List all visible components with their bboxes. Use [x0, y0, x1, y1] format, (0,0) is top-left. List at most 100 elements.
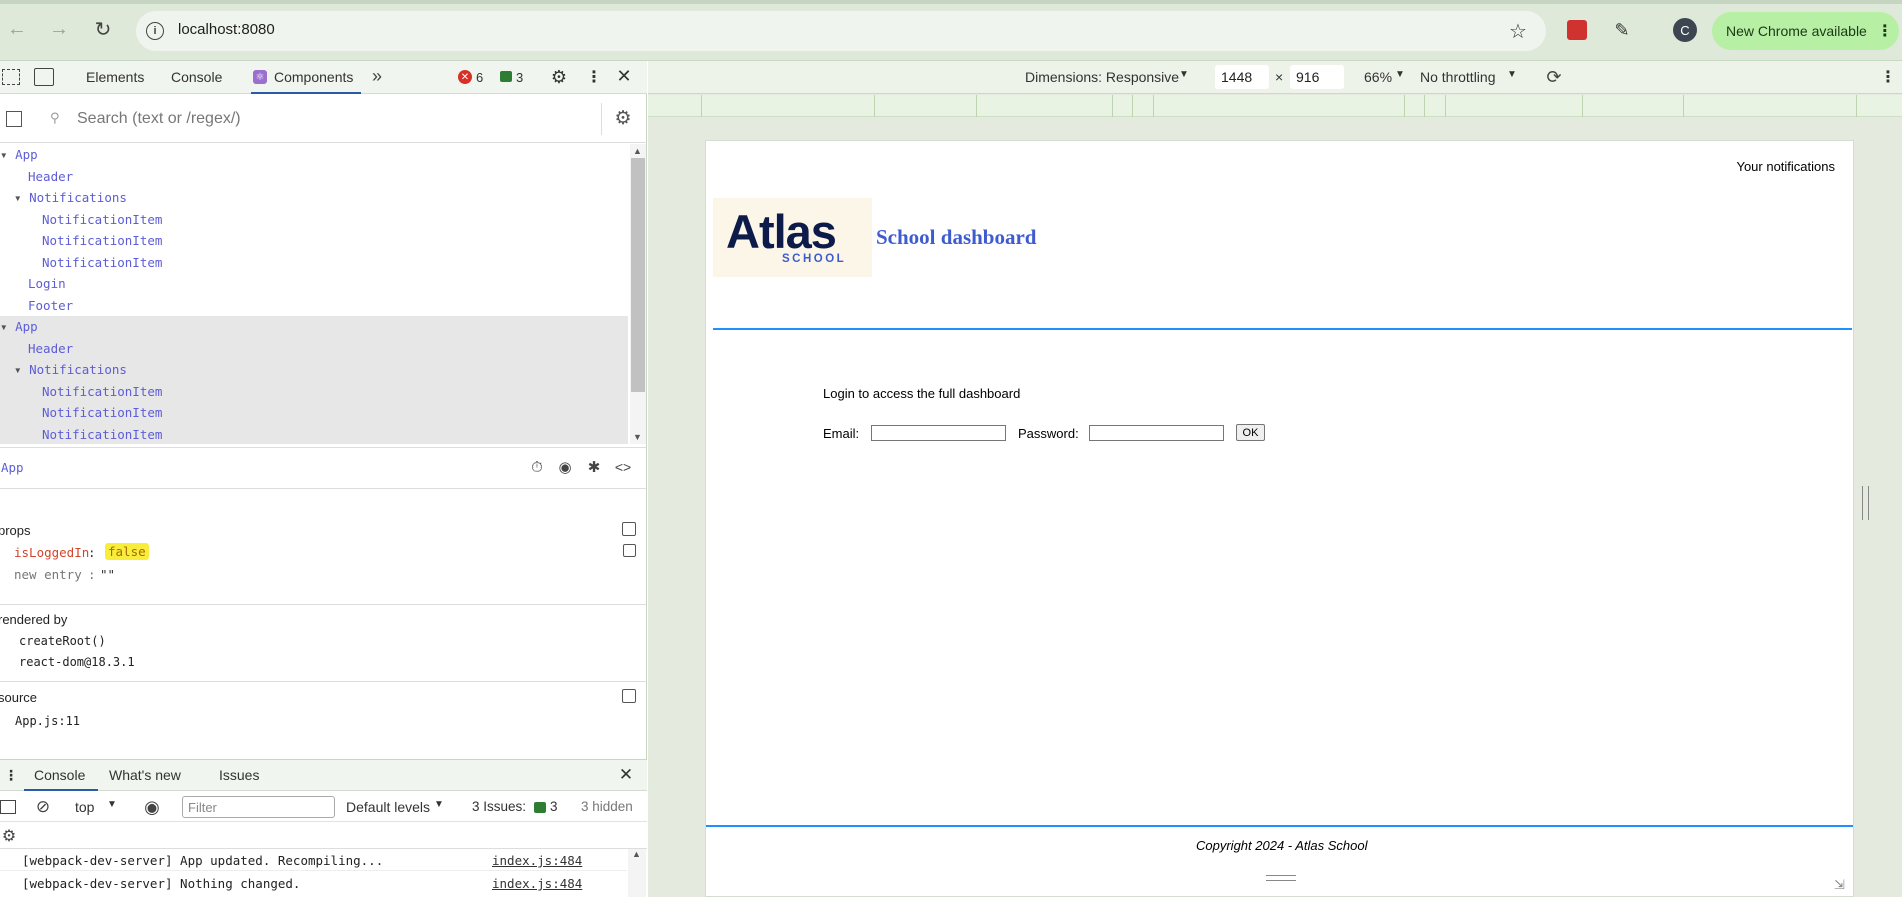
console-settings-gear-icon[interactable]: ⚙	[0, 827, 18, 845]
component-settings-icon[interactable]: ⚙	[612, 107, 634, 129]
tab-components[interactable]: ⚛ Components	[251, 61, 361, 94]
expand-triangle-icon[interactable]: ▾	[14, 362, 29, 377]
expand-triangle-icon[interactable]: ▾	[14, 190, 29, 205]
width-input[interactable]: 1448	[1215, 65, 1269, 89]
drawer-menu-icon[interactable]: ⋮	[4, 767, 18, 784]
tree-item[interactable]: ▾ Notifications	[0, 187, 628, 209]
tree-scrollbar[interactable]: ▲ ▼	[630, 144, 646, 444]
tree-item[interactable]: NotificationItem	[0, 423, 628, 444]
console-toolbar: ⊘ top ▼ ◉ Filter Default levels ▼ 3 Issu…	[0, 792, 647, 822]
tree-item[interactable]: Header	[0, 166, 628, 188]
component-search-bar: ⚲ Search (text or /regex/) ⚙	[0, 95, 647, 143]
view-source-icon[interactable]: <>	[613, 458, 633, 476]
media-query-ruler[interactable]	[648, 95, 1902, 117]
extension-icon[interactable]	[1567, 20, 1587, 40]
clear-console-icon[interactable]: ⊘	[34, 797, 52, 816]
password-field[interactable]	[1089, 425, 1224, 441]
bookmark-star-icon[interactable]: ☆	[1506, 19, 1530, 43]
height-input[interactable]: 916	[1290, 65, 1344, 89]
copy-props-icon[interactable]	[622, 522, 636, 536]
tree-item[interactable]: ▾ App	[0, 144, 628, 166]
stopwatch-icon[interactable]: ⏱	[528, 458, 546, 476]
tree-item[interactable]: Footer	[0, 295, 628, 317]
back-icon[interactable]: ←	[6, 18, 28, 40]
tree-scroll-thumb[interactable]	[631, 158, 645, 392]
tree-item[interactable]: NotificationItem	[0, 402, 628, 424]
chrome-update-button[interactable]: New Chrome available ⋮	[1712, 12, 1899, 50]
prop-checkbox[interactable]	[623, 544, 636, 557]
chevron-down-icon: ▼	[1179, 69, 1189, 80]
eye-icon[interactable]: ◉	[556, 458, 574, 476]
resize-corner-icon[interactable]: ⇲	[1834, 877, 1845, 893]
new-entry-label[interactable]: new entry	[14, 567, 82, 582]
throttling-dropdown[interactable]: No throttling	[1420, 69, 1495, 85]
sidebar-toggle-icon[interactable]	[0, 800, 16, 814]
context-selector[interactable]: top	[75, 799, 94, 815]
drawer-tab-issues[interactable]: Issues	[219, 767, 259, 783]
drawer-tabbar: ⋮ Console What's new Issues ✕	[0, 760, 647, 791]
tab-console[interactable]: Console	[171, 69, 222, 85]
close-drawer-icon[interactable]: ✕	[616, 765, 636, 785]
warning-count[interactable]: 3	[516, 70, 523, 85]
tree-item[interactable]: Login	[0, 273, 628, 295]
forward-icon[interactable]: →	[48, 18, 70, 40]
log-levels-dropdown[interactable]: Default levels	[346, 799, 430, 815]
console-message-source[interactable]: index.js:484	[492, 853, 582, 868]
site-info-icon[interactable]: i	[146, 22, 164, 40]
tree-item[interactable]: ▾ Notifications	[0, 359, 628, 381]
ruler-tick	[1683, 95, 1684, 117]
scroll-down-icon[interactable]: ▼	[633, 432, 642, 442]
reload-icon[interactable]: ↻	[91, 17, 115, 41]
issues-count[interactable]: 3	[550, 799, 558, 814]
tree-item[interactable]: Header	[0, 337, 628, 359]
tree-item[interactable]: NotificationItem	[0, 380, 628, 402]
inspect-element-icon[interactable]	[2, 69, 20, 85]
resize-handle-right[interactable]	[1862, 486, 1869, 520]
extensions-puzzle-icon[interactable]: ✎	[1610, 18, 1634, 42]
devtools-menu-icon[interactable]: ⋮	[584, 67, 604, 87]
rendered-by-item: react-dom@18.3.1	[19, 655, 135, 669]
tree-item[interactable]: NotificationItem	[0, 252, 628, 274]
zoom-dropdown[interactable]: 66%	[1364, 69, 1392, 85]
expand-triangle-icon[interactable]: ▾	[0, 147, 15, 162]
profile-avatar[interactable]: C	[1673, 18, 1697, 42]
ok-button[interactable]: OK	[1236, 424, 1265, 441]
scroll-up-icon[interactable]: ▲	[633, 146, 642, 156]
console-message-source[interactable]: index.js:484	[492, 876, 582, 891]
copy-source-icon[interactable]	[622, 689, 636, 703]
ruler-tick	[874, 95, 875, 117]
error-count[interactable]: 6	[476, 70, 483, 85]
console-filter-input[interactable]: Filter	[182, 796, 335, 818]
console-scrollbar[interactable]: ▲	[628, 849, 646, 897]
bug-icon[interactable]: ✱	[585, 458, 603, 476]
device-toolbar-menu-icon[interactable]: ⋮	[1880, 67, 1896, 87]
device-toggle-icon[interactable]	[34, 68, 54, 86]
tab-elements[interactable]: Elements	[86, 69, 144, 85]
source-file[interactable]: App.js:11	[15, 714, 80, 728]
ruler-tick	[1445, 95, 1446, 117]
resize-handle-bottom[interactable]	[1266, 875, 1296, 881]
prop-value[interactable]: false	[105, 543, 149, 560]
select-component-icon[interactable]	[6, 111, 22, 127]
live-expression-eye-icon[interactable]: ◉	[141, 797, 163, 817]
settings-gear-icon[interactable]: ⚙	[549, 67, 569, 87]
scroll-up-icon[interactable]: ▲	[632, 849, 641, 859]
expand-triangle-icon[interactable]: ▾	[0, 319, 15, 334]
new-entry-value[interactable]: ""	[100, 567, 115, 582]
notifications-label[interactable]: Your notifications	[1736, 159, 1835, 174]
more-tabs-icon[interactable]: »	[372, 66, 382, 87]
email-field[interactable]	[871, 425, 1006, 441]
dimensions-dropdown[interactable]: Dimensions: Responsive	[1025, 69, 1179, 85]
search-input[interactable]: ⚲ Search (text or /regex/)	[32, 103, 602, 135]
drawer-tab-whats-new[interactable]: What's new	[109, 767, 181, 783]
tree-item[interactable]: NotificationItem	[0, 230, 628, 252]
close-devtools-icon[interactable]: ✕	[614, 66, 634, 86]
issues-label[interactable]: 3 Issues:	[472, 799, 526, 814]
tree-item[interactable]: ▾ App	[0, 316, 628, 338]
address-bar[interactable]: i localhost:8080 ☆	[136, 11, 1546, 51]
ruler-tick	[976, 95, 977, 117]
drawer-tab-console[interactable]: Console	[24, 760, 98, 791]
tree-item[interactable]: NotificationItem	[0, 209, 628, 231]
tree-item-label: NotificationItem	[42, 233, 163, 248]
rotate-icon[interactable]: ⟳	[1543, 66, 1565, 88]
